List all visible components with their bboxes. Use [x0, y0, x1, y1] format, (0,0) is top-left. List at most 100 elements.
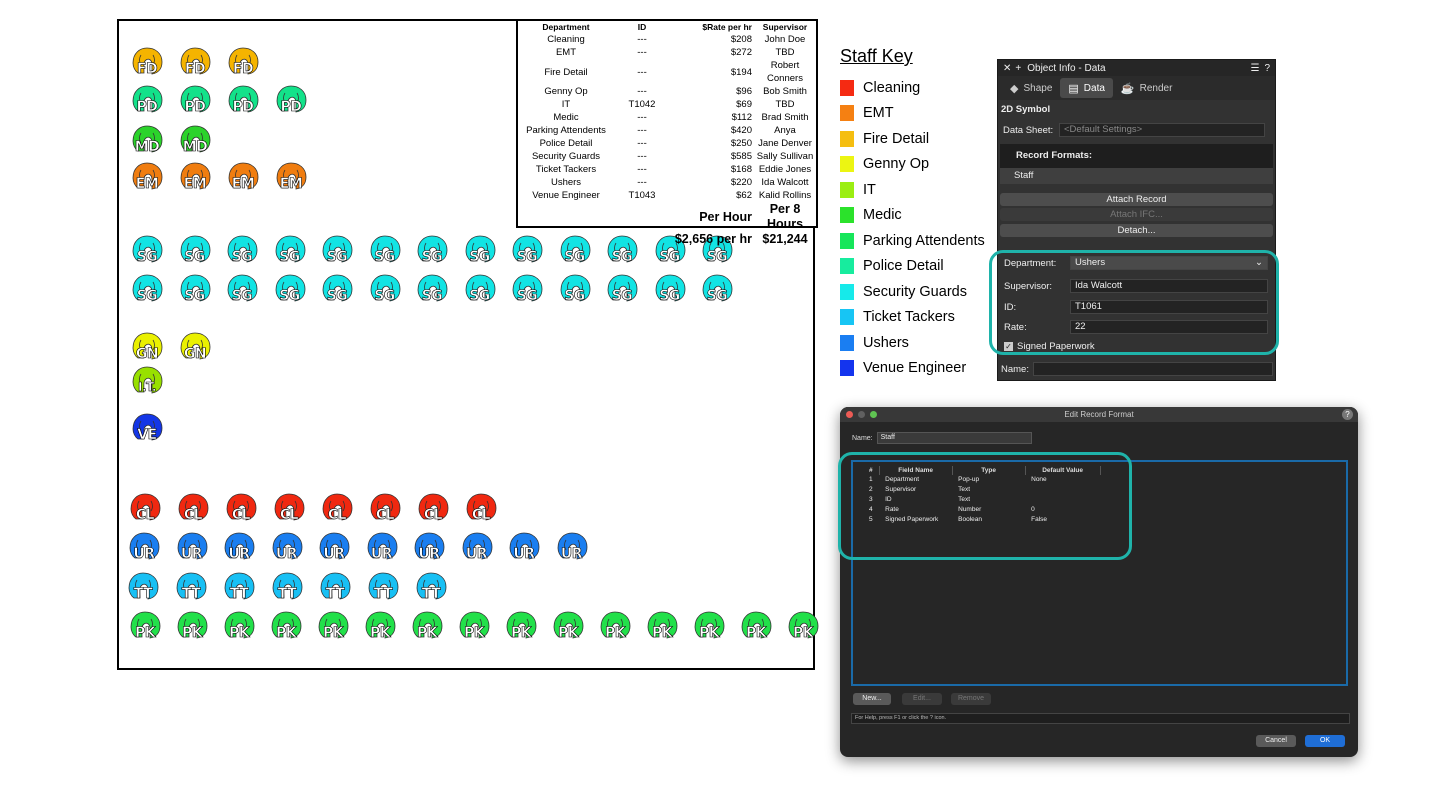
staff-symbol[interactable]: PK	[128, 611, 162, 647]
staff-symbol[interactable]: FD	[226, 47, 260, 83]
staff-symbol[interactable]: SG	[700, 274, 734, 310]
staff-symbol[interactable]: PK	[645, 611, 679, 647]
staff-symbol[interactable]: TT	[174, 572, 208, 608]
erf-titlebar[interactable]: Edit Record Format ?	[840, 407, 1358, 422]
ok-button[interactable]: OK	[1305, 735, 1345, 747]
drawing-canvas[interactable]: FD FD FD PD PD PD PD MD MD EM EM EM EM SG SG SG SG SG SG SG…	[117, 19, 819, 670]
staff-symbol[interactable]: SG	[178, 235, 212, 271]
staff-symbol[interactable]: SG	[225, 235, 259, 271]
staff-symbol[interactable]: UR	[555, 532, 589, 568]
staff-symbol[interactable]: SG	[368, 274, 402, 310]
staff-symbol[interactable]: CL	[128, 493, 162, 529]
staff-symbol[interactable]: MD	[130, 125, 164, 161]
staff-symbol[interactable]: GN	[130, 332, 164, 368]
staff-symbol[interactable]: PD	[178, 85, 212, 121]
close-window-icon[interactable]	[846, 411, 853, 418]
staff-symbol[interactable]: SG	[463, 274, 497, 310]
data-sheet-select[interactable]: <Default Settings>	[1059, 123, 1265, 137]
remove-field-button[interactable]: Remove	[951, 693, 991, 705]
staff-symbol[interactable]: UR	[412, 532, 446, 568]
staff-symbol[interactable]: SG	[605, 274, 639, 310]
staff-symbol[interactable]: UR	[317, 532, 351, 568]
staff-symbol[interactable]: VE	[130, 413, 164, 449]
add-icon[interactable]: +	[1015, 63, 1021, 74]
oip-titlebar[interactable]: ✕ + Object Info - Data ☰ ?	[998, 60, 1275, 76]
staff-symbol[interactable]: EM	[130, 162, 164, 198]
staff-symbol[interactable]: CL	[416, 493, 450, 529]
staff-symbol[interactable]: UR	[507, 532, 541, 568]
staff-symbol[interactable]: FD	[130, 47, 164, 83]
staff-symbol[interactable]: FD	[178, 47, 212, 83]
staff-symbol[interactable]: UR	[365, 532, 399, 568]
tab-data[interactable]: ▤ Data	[1060, 78, 1113, 98]
staff-symbol[interactable]: CL	[368, 493, 402, 529]
name-field[interactable]	[1033, 362, 1273, 376]
staff-symbol[interactable]: PK	[786, 611, 820, 647]
staff-symbol[interactable]: CL	[176, 493, 210, 529]
staff-symbol[interactable]: SG	[415, 235, 449, 271]
staff-symbol[interactable]: CL	[464, 493, 498, 529]
staff-symbol[interactable]: PK	[692, 611, 726, 647]
staff-symbol[interactable]: TT	[222, 572, 256, 608]
staff-symbol[interactable]: SG	[178, 274, 212, 310]
staff-symbol[interactable]: SG	[320, 235, 354, 271]
new-field-button[interactable]: New...	[853, 693, 891, 705]
staff-symbol[interactable]: GN	[178, 332, 212, 368]
staff-symbol[interactable]: TT	[270, 572, 304, 608]
record-format-item-staff[interactable]: Staff	[1000, 168, 1273, 184]
attach-ifc-button[interactable]: Attach IFC...	[1000, 208, 1273, 221]
staff-symbol[interactable]: UR	[460, 532, 494, 568]
staff-symbol[interactable]: UR	[127, 532, 161, 568]
staff-symbol[interactable]: PK	[175, 611, 209, 647]
staff-symbol[interactable]: SG	[368, 235, 402, 271]
tab-render[interactable]: ☕ Render	[1113, 78, 1181, 98]
staff-symbol[interactable]: SG	[463, 235, 497, 271]
staff-symbol[interactable]: PD	[130, 85, 164, 121]
staff-symbol[interactable]: SG	[415, 274, 449, 310]
minimize-window-icon[interactable]	[858, 411, 865, 418]
staff-symbol[interactable]: SG	[273, 274, 307, 310]
staff-symbol[interactable]: PK	[363, 611, 397, 647]
staff-symbol[interactable]: PK	[457, 611, 491, 647]
staff-symbol[interactable]: EM	[178, 162, 212, 198]
staff-symbol[interactable]: SG	[225, 274, 259, 310]
staff-symbol[interactable]: CL	[224, 493, 258, 529]
zoom-window-icon[interactable]	[870, 411, 877, 418]
staff-symbol[interactable]: PK	[269, 611, 303, 647]
staff-symbol[interactable]: SG	[320, 274, 354, 310]
detach-button[interactable]: Detach...	[1000, 224, 1273, 237]
staff-symbol[interactable]: UR	[270, 532, 304, 568]
staff-symbol[interactable]: PK	[504, 611, 538, 647]
erf-name-field[interactable]: Staff	[876, 432, 1032, 444]
staff-symbol[interactable]: SG	[653, 274, 687, 310]
staff-symbol[interactable]: PK	[551, 611, 585, 647]
staff-symbol[interactable]: CL	[272, 493, 306, 529]
staff-symbol[interactable]: PK	[316, 611, 350, 647]
staff-symbol[interactable]: CL	[320, 493, 354, 529]
staff-symbol[interactable]: UR	[175, 532, 209, 568]
staff-symbol[interactable]: SG	[130, 235, 164, 271]
staff-symbol[interactable]: PD	[226, 85, 260, 121]
help-icon[interactable]: ?	[1264, 63, 1270, 74]
attach-record-button[interactable]: Attach Record	[1000, 193, 1273, 206]
staff-symbol[interactable]: TT	[318, 572, 352, 608]
staff-symbol[interactable]: EM	[274, 162, 308, 198]
staff-symbol[interactable]: TT	[366, 572, 400, 608]
staff-symbol[interactable]: UR	[222, 532, 256, 568]
staff-symbol[interactable]: PK	[222, 611, 256, 647]
cancel-button[interactable]: Cancel	[1256, 735, 1296, 747]
menu-icon[interactable]: ☰	[1250, 63, 1259, 74]
staff-symbol[interactable]: EM	[226, 162, 260, 198]
staff-symbol[interactable]: PK	[739, 611, 773, 647]
staff-symbol[interactable]: SG	[510, 274, 544, 310]
staff-symbol[interactable]: MD	[178, 125, 212, 161]
staff-symbol[interactable]: SG	[558, 274, 592, 310]
tab-shape[interactable]: ◆ Shape	[1002, 78, 1060, 98]
staff-symbol[interactable]: PK	[598, 611, 632, 647]
help-icon[interactable]: ?	[1342, 409, 1353, 420]
staff-symbol[interactable]: TT	[414, 572, 448, 608]
staff-symbol[interactable]: PD	[274, 85, 308, 121]
staff-symbol[interactable]: PK	[410, 611, 444, 647]
staff-symbol[interactable]: SG	[273, 235, 307, 271]
staff-symbol[interactable]: SG	[130, 274, 164, 310]
